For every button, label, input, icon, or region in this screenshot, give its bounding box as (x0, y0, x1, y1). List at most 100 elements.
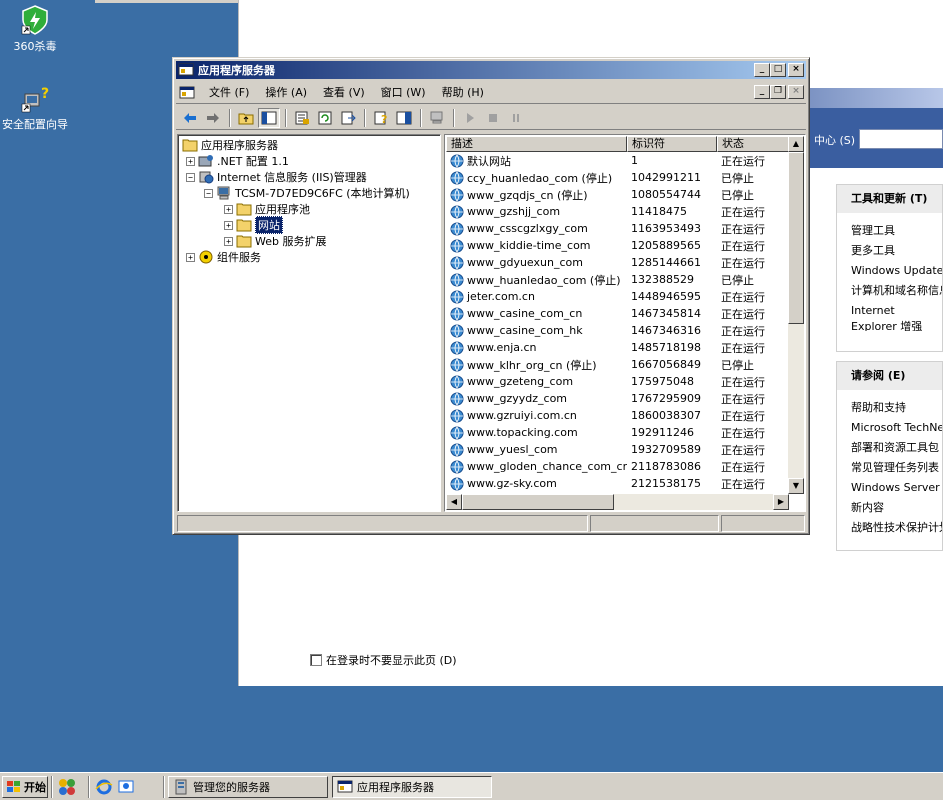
list-item[interactable]: ccy_huanledao_com (停止) 1042991211 已停止 (446, 169, 789, 186)
expand-toggle[interactable]: + (186, 252, 195, 262)
vertical-scroll-thumb[interactable] (788, 152, 804, 324)
desktop-icon-360[interactable]: 360杀毒 (0, 4, 73, 53)
tree-node-web-service-extensions[interactable]: + Web 服务扩展 (224, 233, 326, 249)
help-button[interactable]: ? (370, 108, 392, 128)
menu-file[interactable]: 文件 (F) (201, 84, 257, 102)
show-hide-action-pane-button[interactable] (393, 108, 415, 128)
export-list-button[interactable] (337, 108, 359, 128)
panel-link[interactable]: 新内容 (837, 498, 942, 518)
tree-node-local-computer[interactable]: − TCSM-7D7ED9C6FC (本地计算机) (204, 185, 410, 201)
show-hide-tree-button[interactable] (258, 107, 280, 128)
panel-link[interactable]: 常见管理任务列表 (837, 458, 942, 478)
panel-link[interactable]: 帮助和支持 (837, 398, 942, 418)
menu-view[interactable]: 查看 (V) (315, 84, 373, 102)
refresh-button[interactable] (314, 108, 336, 128)
list-item[interactable]: www.gzruiyi.com.cn 1860038307 正在运行 (446, 407, 789, 424)
panel-link[interactable]: 战略性技术保护计划 (837, 518, 942, 538)
manage-server-titlebar[interactable] (810, 88, 943, 108)
column-header-identifier[interactable]: 标识符 (627, 136, 717, 152)
list-item[interactable]: www.enja.cn 1485718198 正在运行 (446, 339, 789, 356)
panel-link[interactable]: Windows Server 社区 (837, 478, 942, 498)
properties-button[interactable] (291, 108, 313, 128)
menu-window[interactable]: 窗口 (W) (373, 84, 434, 102)
stop-item-button[interactable] (482, 108, 504, 128)
list-item[interactable]: www_csscgzlxgy_com 1163953493 正在运行 (446, 220, 789, 237)
forward-button[interactable] (202, 108, 224, 128)
list-item[interactable]: www_gdyuexun_com 1285144661 正在运行 (446, 254, 789, 271)
panel-link[interactable]: 部署和资源工具包 (837, 438, 942, 458)
up-one-level-button[interactable] (235, 108, 257, 128)
list-item[interactable]: www_gzyydz_com 1767295909 正在运行 (446, 390, 789, 407)
pause-item-button[interactable] (505, 108, 527, 128)
tree-node-iis-manager[interactable]: − Internet 信息服务 (IIS)管理器 (186, 169, 367, 185)
application-server-window[interactable]: 应用程序服务器 _ □ × 文件 (F) 操作 (A) 查看 (V) 窗口 (W… (172, 57, 810, 535)
panel-link[interactable]: Windows Update (837, 261, 942, 281)
sites-list-view[interactable]: 描述 标识符 状态 默认网站 1 正在运行 ccy_huanledao_com (停止… (444, 134, 806, 512)
site-identifier: 1467346316 (631, 324, 701, 337)
tree-node-component-services[interactable]: + 组件服务 (186, 249, 261, 265)
panel-link[interactable]: Microsoft TechNet (837, 418, 942, 438)
panel-link[interactable]: Internet Explorer 增强的安全配置 (837, 301, 943, 331)
console-icon[interactable] (179, 85, 195, 101)
desktop-icon-security-wizard[interactable]: ? 安全配置向导 (0, 82, 73, 131)
list-item[interactable]: 默认网站 1 正在运行 (446, 152, 789, 169)
start-button[interactable]: 开始 (2, 775, 48, 798)
list-item[interactable]: www.topacking.com 192911246 正在运行 (446, 424, 789, 441)
scroll-down-button[interactable]: ▼ (788, 478, 804, 494)
dont-show-checkbox[interactable] (310, 654, 322, 666)
close-button[interactable]: × (788, 63, 804, 77)
collapse-toggle[interactable]: − (186, 172, 195, 182)
scroll-up-button[interactable]: ▲ (788, 136, 804, 152)
minimize-button[interactable]: _ (754, 63, 770, 77)
collapse-toggle[interactable]: − (204, 188, 213, 198)
expand-toggle[interactable]: + (186, 156, 195, 166)
column-header-status[interactable]: 状态 (717, 136, 789, 152)
list-item[interactable]: www_casine_com_cn 1467345814 正在运行 (446, 305, 789, 322)
quick-launch-app[interactable] (56, 776, 78, 798)
search-input[interactable] (859, 129, 943, 149)
maximize-button[interactable]: □ (770, 63, 786, 77)
menu-help[interactable]: 帮助 (H) (434, 84, 492, 102)
tree-node-app-pools[interactable]: + 应用程序池 (224, 201, 310, 217)
list-item[interactable]: www_kiddie-time_com 1205889565 正在运行 (446, 237, 789, 254)
list-item[interactable]: www_gloden_chance_com_cn 2118783086 正在运行 (446, 458, 789, 475)
taskbar-button-manage-server[interactable]: 管理您的服务器 (168, 775, 328, 798)
panel-link[interactable]: 计算机和域名称信息 (837, 281, 942, 301)
list-item[interactable]: www_yuesl_com 1932709589 正在运行 (446, 441, 789, 458)
panel-link[interactable]: 更多工具 (837, 241, 942, 261)
list-item[interactable]: www_casine_com_hk 1467346316 正在运行 (446, 322, 789, 339)
column-header-description[interactable]: 描述 (446, 136, 627, 152)
vertical-scrollbar[interactable]: ▲ ▼ (788, 136, 804, 494)
scroll-right-button[interactable]: ▶ (773, 494, 789, 510)
list-item[interactable]: www_gzeteng_com 175975048 正在运行 (446, 373, 789, 390)
dont-show-row[interactable]: 在登录时不要显示此页 (D) (310, 652, 457, 668)
expand-toggle[interactable]: + (224, 220, 233, 230)
list-item[interactable]: www_klhr_org_cn (停止) 1667056849 已停止 (446, 356, 789, 373)
window-titlebar[interactable]: 应用程序服务器 _ □ × (176, 61, 806, 79)
expand-toggle[interactable]: + (224, 204, 233, 214)
connect-button[interactable] (426, 108, 448, 128)
console-tree[interactable]: 应用程序服务器 + .NET 配置 1.1 − Internet 信息服务 (I… (177, 134, 441, 512)
child-close-button[interactable]: × (788, 85, 804, 99)
panel-link[interactable]: 管理工具 (837, 221, 942, 241)
tree-node-websites[interactable]: + 网站 (224, 216, 283, 234)
list-item[interactable]: www_huanledao_com (停止) 132388529 已停止 (446, 271, 789, 288)
horizontal-scrollbar[interactable]: ◀ ▶ (446, 494, 789, 510)
taskbar-button-application-server[interactable]: 应用程序服务器 (332, 775, 492, 798)
quick-launch-show-desktop[interactable] (115, 776, 137, 798)
tree-node-dotnet-config[interactable]: + .NET 配置 1.1 (186, 153, 289, 169)
back-button[interactable] (179, 108, 201, 128)
scroll-left-button[interactable]: ◀ (446, 494, 462, 510)
start-item-button[interactable] (459, 108, 481, 128)
list-item[interactable]: www_gzshjj_com 11418475 正在运行 (446, 203, 789, 220)
quick-launch-ie[interactable] (93, 776, 115, 798)
tree-node-application-server[interactable]: 应用程序服务器 (182, 137, 278, 153)
child-restore-button[interactable]: ❐ (770, 85, 786, 99)
list-item[interactable]: jeter.com.cn 1448946595 正在运行 (446, 288, 789, 305)
child-minimize-button[interactable]: _ (754, 85, 770, 99)
list-item[interactable]: www_gzqdjs_cn (停止) 1080554744 已停止 (446, 186, 789, 203)
expand-toggle[interactable]: + (224, 236, 233, 246)
menu-action[interactable]: 操作 (A) (257, 84, 315, 102)
horizontal-scroll-thumb[interactable] (462, 494, 614, 510)
list-item[interactable]: www.gz-sky.com 2121538175 正在运行 (446, 475, 789, 492)
